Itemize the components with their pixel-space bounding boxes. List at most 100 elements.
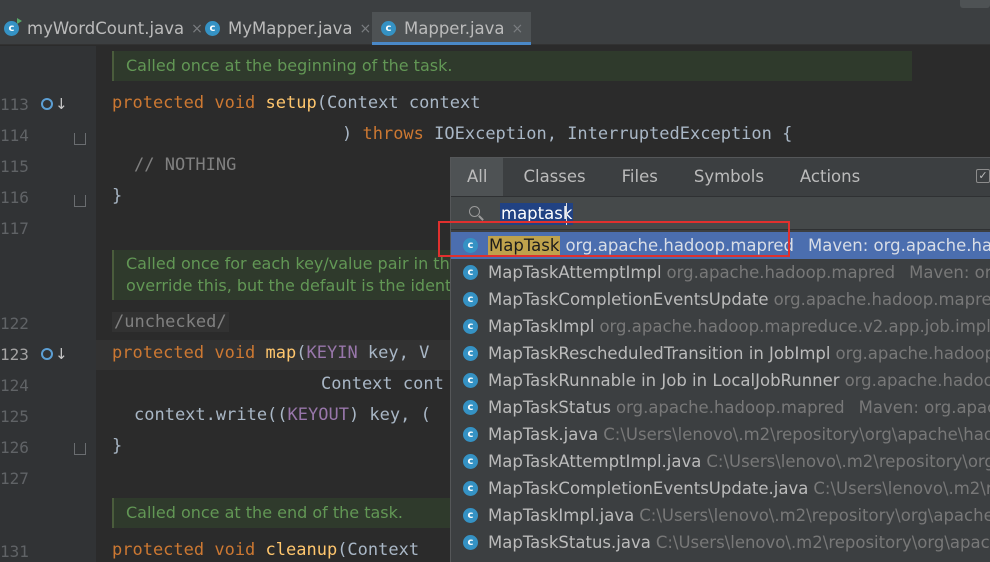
line-number: 116 bbox=[0, 188, 29, 207]
code-line-124: Context cont bbox=[321, 374, 444, 394]
result-source: Maven: org.ap bbox=[909, 263, 990, 282]
line-number: 131 bbox=[0, 542, 29, 561]
class-icon: c bbox=[463, 238, 478, 253]
fold-icon[interactable] bbox=[74, 133, 86, 145]
result-source: Maven: org.apache.h bbox=[858, 398, 990, 417]
search-query[interactable]: maptask bbox=[500, 203, 574, 225]
line-number: 124 bbox=[0, 376, 29, 395]
result-name: MapTaskImpl.java bbox=[488, 506, 635, 525]
line-number: 114 bbox=[0, 126, 29, 145]
class-icon: c bbox=[463, 535, 478, 550]
search-everywhere-popup: All Classes Files Symbols Actions ✓ mapt… bbox=[450, 157, 990, 562]
fold-icon[interactable] bbox=[74, 443, 86, 455]
search-result[interactable]: c MapTaskCompletionEventsUpdate.java C:\… bbox=[451, 475, 990, 502]
result-name: MapTaskImpl bbox=[488, 317, 595, 336]
code-line-131: protected void cleanup(Context bbox=[112, 540, 419, 560]
result-name: MapTaskCompletionEventsUpdate.java bbox=[488, 479, 809, 498]
close-icon[interactable]: × bbox=[360, 21, 372, 37]
code-text: context.write(( bbox=[134, 405, 288, 425]
result-path: C:\Users\lenovo\.m2\repository\org\apach… bbox=[655, 533, 990, 552]
code-line-123: protected void map(KEYIN key, V bbox=[112, 343, 429, 363]
class-icon: c bbox=[381, 21, 396, 36]
search-result[interactable]: c MapTaskStatus.java C:\Users\lenovo\.m2… bbox=[451, 529, 990, 556]
keyword: protected void bbox=[112, 343, 266, 363]
search-result[interactable]: c MapTaskImpl org.apache.hadoop.mapreduc… bbox=[451, 313, 990, 340]
search-result[interactable]: c MapTask.java C:\Users\lenovo\.m2\repos… bbox=[451, 421, 990, 448]
fold-icon[interactable] bbox=[74, 195, 86, 207]
text-caret bbox=[566, 203, 567, 225]
tab-symbols[interactable]: Symbols bbox=[678, 158, 780, 196]
window-control[interactable] bbox=[960, 0, 990, 8]
keyword: protected void bbox=[112, 93, 266, 113]
line-number: 117 bbox=[0, 219, 29, 238]
code-line-115: // NOTHING bbox=[134, 155, 237, 175]
override-method-icon[interactable]: ↓ bbox=[41, 346, 68, 364]
line-number: 115 bbox=[0, 157, 29, 176]
tab-classes[interactable]: Classes bbox=[507, 158, 601, 196]
result-name: MapTask.java bbox=[488, 425, 599, 444]
code-text: key, V bbox=[357, 343, 430, 363]
result-name: MapTaskRescheduledTransition in JobImpl bbox=[488, 344, 831, 363]
line-number: 126 bbox=[0, 438, 29, 457]
class-icon: c bbox=[463, 481, 478, 496]
search-input[interactable]: maptask bbox=[451, 196, 990, 230]
class-icon: c bbox=[463, 292, 478, 307]
tab-all[interactable]: All bbox=[451, 158, 504, 196]
line-number: 122 bbox=[0, 314, 29, 333]
search-icon bbox=[469, 206, 480, 217]
override-method-icon[interactable]: ↓ bbox=[41, 96, 68, 114]
search-scope-tabs: All Classes Files Symbols Actions ✓ bbox=[451, 158, 990, 196]
search-result[interactable]: c MapTaskRunnable in Job in LocalJobRunn… bbox=[451, 367, 990, 394]
search-result[interactable]: c MapTaskAttemptImpl org.apache.hadoop.m… bbox=[451, 259, 990, 286]
search-result[interactable]: c MapTaskImpl.java C:\Users\lenovo\.m2\r… bbox=[451, 502, 990, 529]
tab-actions[interactable]: Actions bbox=[784, 158, 876, 196]
tab-label: Mapper.java bbox=[404, 19, 505, 38]
tab-mymapper[interactable]: c MyMapper.java × bbox=[205, 12, 371, 45]
search-result[interactable]: c MapTaskRescheduledTransition in JobImp… bbox=[451, 340, 990, 367]
search-result[interactable]: c MapTaskCompletionEventsUpdate org.apac… bbox=[451, 286, 990, 313]
code-line-125: context.write((KEYOUT) key, ( bbox=[134, 405, 431, 425]
tab-label: MyMapper.java bbox=[228, 19, 353, 38]
line-number: 127 bbox=[0, 469, 29, 488]
code-line-113: protected void setup(Context context bbox=[112, 93, 480, 113]
code-text: (Context context bbox=[316, 93, 481, 113]
include-non-project-checkbox[interactable]: ✓ bbox=[976, 169, 990, 183]
result-name: MapTaskRunnable in Job in LocalJobRunner bbox=[488, 371, 840, 390]
result-package: org.apache.hadoop.mapred bbox=[666, 263, 896, 282]
class-run-icon: c bbox=[4, 18, 22, 36]
tab-mapper[interactable]: c Mapper.java × bbox=[372, 12, 532, 45]
search-result[interactable]: c MapTaskStatus org.apache.hadoop.mapred… bbox=[451, 394, 990, 421]
line-number: 113 bbox=[0, 95, 29, 114]
title-bar-remnant bbox=[0, 0, 990, 12]
tab-files[interactable]: Files bbox=[606, 158, 674, 196]
result-name: MapTaskStatus bbox=[488, 398, 612, 417]
method-name: map bbox=[265, 343, 297, 363]
code-text: (Context bbox=[337, 540, 420, 560]
keyword: protected void bbox=[112, 540, 266, 560]
class-icon: c bbox=[463, 265, 478, 280]
class-icon: c bbox=[463, 427, 478, 442]
class-icon: c bbox=[463, 346, 478, 361]
code-line-126: } bbox=[112, 436, 123, 456]
class-icon: c bbox=[463, 319, 478, 334]
editor-gutter: 113 114 115 116 117 122 123 124 125 126 … bbox=[0, 46, 96, 562]
type-param: KEYOUT bbox=[287, 405, 349, 425]
result-package: org.apache.hadoop.mapred bbox=[565, 236, 795, 255]
tab-mywordcount[interactable]: c myWordCount.java × bbox=[4, 12, 203, 45]
code-text: IOException, InterruptedException { bbox=[434, 124, 793, 144]
class-icon: c bbox=[463, 400, 478, 415]
result-name: MapTaskAttemptImpl.java bbox=[488, 452, 702, 471]
class-icon: c bbox=[463, 454, 478, 469]
result-path: C:\Users\lenovo\.m2\repository\org\apach… bbox=[639, 506, 990, 525]
method-name: setup bbox=[265, 93, 317, 113]
class-icon: c bbox=[463, 373, 478, 388]
close-icon[interactable]: × bbox=[512, 21, 524, 37]
search-result[interactable]: c MapTask org.apache.hadoop.mapred Maven… bbox=[451, 232, 990, 259]
code-line-114: ) throws IOException, InterruptedExcepti… bbox=[342, 124, 792, 144]
result-name: MapTask bbox=[488, 236, 561, 255]
class-icon: c bbox=[463, 508, 478, 523]
search-result[interactable]: c MapTaskAttemptImpl.java C:\Users\lenov… bbox=[451, 448, 990, 475]
code-text: ( bbox=[296, 343, 307, 363]
close-icon[interactable]: × bbox=[191, 21, 203, 37]
result-source: Maven: org.apache.hadoop bbox=[808, 236, 990, 255]
